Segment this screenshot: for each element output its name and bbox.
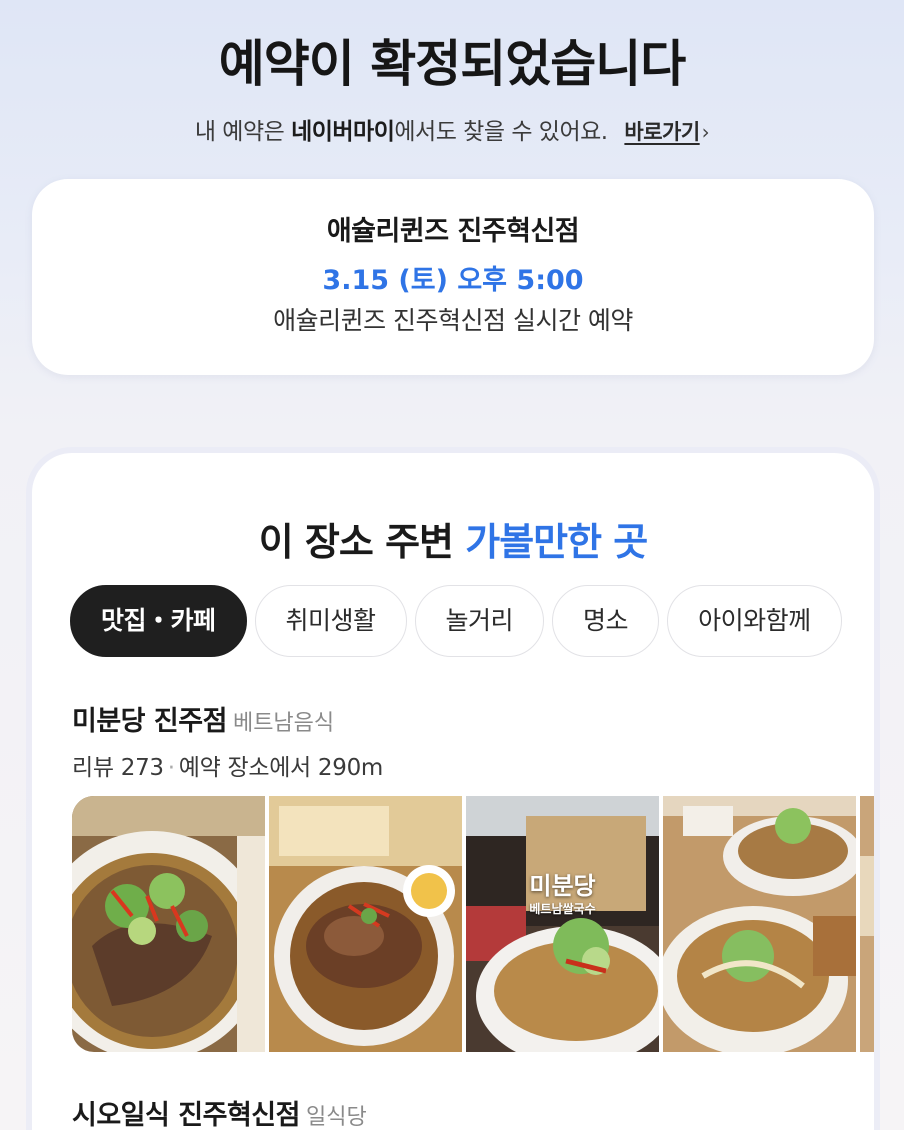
tab-food-cafe[interactable]: 맛집・카페	[70, 585, 247, 657]
go-link[interactable]: 바로가기	[624, 120, 700, 144]
review-count: 리뷰 273	[72, 755, 164, 781]
meta-separator: ·	[167, 755, 175, 781]
place-photo[interactable]	[860, 796, 874, 1052]
place-photo[interactable]	[269, 796, 462, 1052]
place-item[interactable]: 미분당 진주점 베트남음식 리뷰 273 · 예약 장소에서 290m	[72, 699, 383, 782]
reservation-card[interactable]: 애슐리퀸즈 진주혁신점 3.15 (토) 오후 5:00 애슐리퀸즈 진주혁신점…	[32, 179, 874, 375]
place-title: 시오일식 진주혁신점 일식당	[72, 1093, 367, 1130]
category-tabs: 맛집・카페 취미생활 놀거리 명소 아이와함께	[70, 585, 874, 659]
reservation-type: 애슐리퀸즈 진주혁신점 실시간 예약	[273, 306, 633, 335]
tab-landmark[interactable]: 명소	[552, 585, 660, 657]
place-title: 미분당 진주점 베트남음식	[72, 699, 383, 738]
place-photo[interactable]	[72, 796, 265, 1052]
tab-fun[interactable]: 놀거리	[414, 585, 545, 657]
place-name[interactable]: 시오일식 진주혁신점	[72, 1100, 300, 1130]
subtitle-prefix: 내 예약은	[194, 119, 292, 145]
naver-my-label: 네이버마이	[291, 119, 395, 145]
reservation-datetime: 3.15 (토) 오후 5:00	[322, 265, 584, 296]
nearby-title-prefix: 이 장소 주변	[258, 520, 466, 564]
place-category: 일식당	[305, 1105, 367, 1130]
nearby-title: 이 장소 주변 가볼만한 곳	[32, 511, 874, 566]
place-name[interactable]: 미분당 진주점	[72, 706, 227, 737]
place-photo[interactable]	[663, 796, 856, 1052]
tab-hobby[interactable]: 취미생활	[254, 585, 407, 657]
place-distance: 예약 장소에서 290m	[178, 755, 384, 781]
tab-with-kids[interactable]: 아이와함께	[667, 585, 842, 657]
photo-overlay-subtitle: 베트남쌀국수	[529, 902, 596, 916]
place-photo[interactable]: 미분당 베트남쌀국수	[466, 796, 659, 1052]
place-category: 베트남음식	[232, 711, 335, 736]
reservation-place-name: 애슐리퀸즈 진주혁신점	[326, 216, 580, 247]
photo-overlay-name: 미분당	[529, 872, 596, 900]
nearby-places-card: 이 장소 주변 가볼만한 곳 맛집・카페 취미생활 놀거리 명소 아이와함께 미분당 진…	[32, 453, 874, 1130]
nearby-title-highlight: 가볼만한 곳	[465, 520, 648, 564]
subtitle-suffix: 에서도 찾을 수 있어요.	[394, 119, 608, 145]
place-photo-strip[interactable]: 미분당 베트남쌀국수	[72, 796, 874, 1052]
confirmation-subtitle: 내 예약은 네이버마이에서도 찾을 수 있어요. 바로가기 ›	[0, 112, 904, 146]
place-meta: 리뷰 273 · 예약 장소에서 290m	[72, 748, 383, 782]
confirmation-title: 예약이 확정되었습니다	[218, 35, 686, 93]
place-item[interactable]: 시오일식 진주혁신점 일식당	[72, 1093, 367, 1130]
chevron-right-icon[interactable]: ›	[702, 120, 710, 144]
